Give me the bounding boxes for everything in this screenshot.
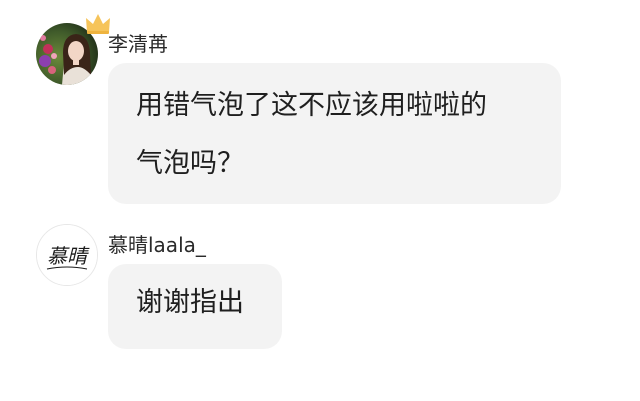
- sender-name[interactable]: 李清苒: [108, 28, 168, 57]
- user-avatar[interactable]: 慕晴: [36, 224, 98, 286]
- message-bubble[interactable]: 谢谢指出: [108, 264, 282, 349]
- message-text-line: 用错气泡了这不应该用啦啦的: [136, 90, 487, 121]
- sender-name[interactable]: 慕晴laala_: [108, 229, 206, 258]
- calligraphy-logo-avatar-icon: 慕晴: [37, 225, 97, 285]
- avatar-logo-text: 慕晴: [47, 244, 90, 268]
- message-text-line: 气泡吗？: [136, 148, 244, 179]
- message-bubble[interactable]: 用错气泡了这不应该用啦啦的 气泡吗？: [108, 63, 561, 204]
- message-text-line: 谢谢指出: [136, 287, 244, 318]
